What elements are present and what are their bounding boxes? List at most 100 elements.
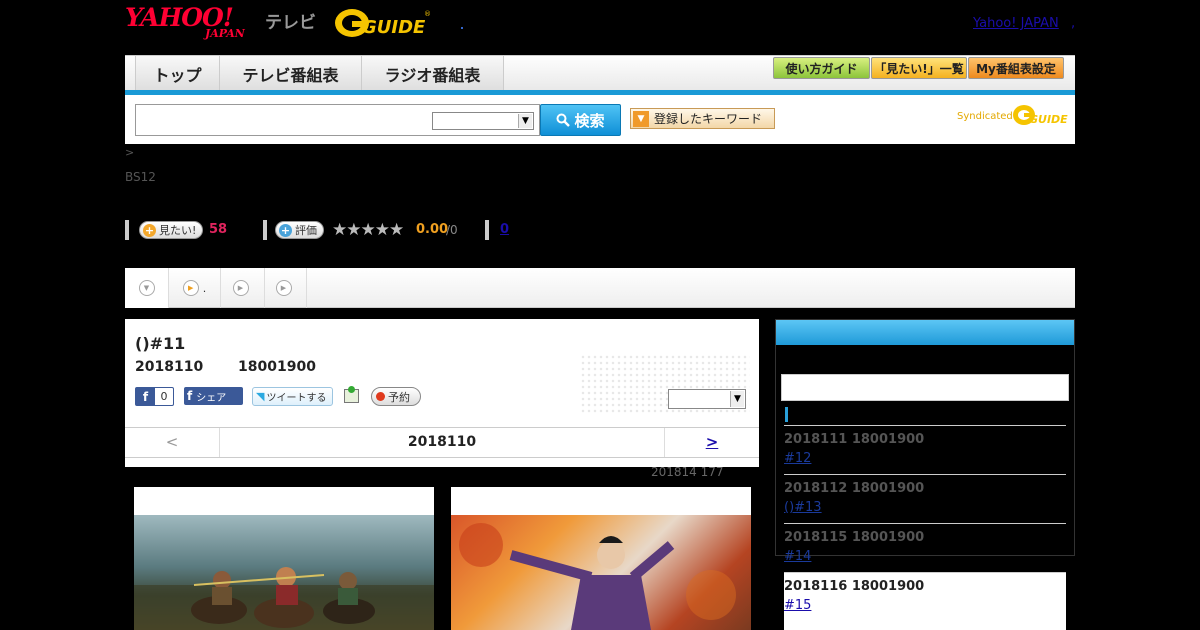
stats-divider (125, 220, 129, 240)
plus-icon: + (279, 223, 292, 237)
riders-illustration (134, 567, 434, 630)
program-time: 18001900 (238, 359, 316, 375)
reserve-label: 予約 (388, 390, 410, 404)
want-list-button[interactable]: 「見たい!」一覧 (871, 57, 967, 79)
program-action-select[interactable]: ▼ (668, 389, 746, 409)
chevron-down-icon: ▼ (138, 280, 155, 296)
episode-datetime: 2018116 18001900 (784, 579, 925, 594)
usage-guide-button[interactable]: 使い方ガイド (773, 57, 870, 79)
sidebar-search-box[interactable] (781, 374, 1069, 401)
episode-pager: < 2018110 > (125, 427, 759, 458)
yahoo-japan-logo[interactable]: YAHOO! JAPAN (125, 5, 263, 41)
gguide-logo-icon: GUIDE ® (335, 9, 431, 38)
facebook-icon: f (187, 389, 193, 403)
program-title: ()#11 (135, 334, 186, 353)
pager-next[interactable]: > (664, 428, 759, 457)
episode-item[interactable]: 2018112 18001900 ()#13 (784, 474, 1066, 523)
twitter-bird-icon: ◥ (256, 390, 265, 403)
nav-tab-top[interactable]: トップ (135, 56, 220, 91)
page: YAHOO! JAPAN テレビ GUIDE ® Yahoo! JAPAN , … (0, 0, 1200, 630)
program-stats: + 見たい! 58 + 評価 ★★★★★ 0.00 /0 0 (125, 220, 625, 242)
facebook-like-button[interactable]: f 0 (135, 387, 174, 406)
episode-datetime: 2018111 18001900 (784, 432, 925, 447)
rate-button[interactable]: + 評価 (275, 221, 324, 239)
review-count-link[interactable]: 0 (500, 222, 509, 237)
record-icon (376, 392, 385, 401)
episode-item[interactable]: 2018111 18001900 #12 (784, 425, 1066, 474)
header-divider-dot (461, 27, 463, 29)
search-area: ▼ 検索 ▼ 登録したキーワード Syndicated GUIDE (125, 95, 1075, 144)
rating-stars: ★★★★★ (332, 220, 404, 240)
program-date: 2018110 (135, 359, 204, 375)
search-button[interactable]: 検索 (540, 104, 621, 136)
reserve-recording-button[interactable]: 予約 (371, 387, 421, 406)
search-button-label: 検索 (574, 111, 605, 130)
program-tabs: ▼ ▶ . ▶ ▶ (125, 268, 1075, 308)
triangle-down-icon: ▼ (633, 110, 649, 127)
facebook-share-label: シェア (196, 392, 227, 404)
syndicated-text: Syndicated (957, 111, 1013, 122)
program-image-1[interactable] (134, 487, 434, 630)
episode-datetime: 2018112 18001900 (784, 481, 925, 496)
pager-current-date: 2018110 (407, 434, 477, 450)
program-image-2[interactable] (451, 487, 751, 630)
tab-3[interactable]: ▶ (265, 268, 307, 308)
want-button-label: 見たい! (159, 224, 197, 237)
saved-keywords-label: 登録したキーワード (654, 112, 763, 126)
want-button[interactable]: + 見たい! (139, 221, 204, 239)
rating-score: 0.00 (416, 222, 449, 237)
play-icon: ▶ (275, 280, 292, 296)
play-icon: ▶ (232, 280, 249, 296)
yahoo-japan-link[interactable]: Yahoo! JAPAN (973, 16, 1059, 31)
add-to-calendar-icon[interactable] (344, 386, 359, 403)
svg-text:GUIDE: GUIDE (1029, 113, 1068, 126)
logo-tv-text: テレビ (265, 13, 316, 33)
tab-1-label: . (202, 281, 207, 295)
saved-keywords-button[interactable]: ▼ 登録したキーワード (630, 108, 775, 129)
pager-prev[interactable]: < (125, 428, 220, 457)
stats-divider (263, 220, 267, 240)
tab-2[interactable]: ▶ (221, 268, 265, 308)
tweet-button[interactable]: ◥ ツイートする (252, 387, 333, 406)
search-category-select[interactable]: ▼ (432, 112, 534, 130)
svg-text:GUIDE: GUIDE (362, 17, 426, 38)
syndicated-gguide-logo: Syndicated GUIDE (957, 102, 1069, 128)
nav-tab-radio-listings[interactable]: ラジオ番組表 (362, 56, 504, 91)
program-card: ()#11 2018110 18001900 f 0 f シェア ◥ ツイートす… (125, 319, 759, 467)
chevron-down-icon: ▼ (518, 114, 532, 128)
program-photo-swordsman (451, 515, 751, 630)
nav-tab-tv-listings[interactable]: テレビ番組表 (220, 56, 362, 91)
sidebar-header (776, 320, 1074, 345)
plus-icon: + (143, 223, 156, 237)
facebook-share-button[interactable]: f シェア (184, 387, 243, 405)
svg-text:®: ® (424, 10, 431, 18)
episode-title-link[interactable]: ()#13 (784, 500, 822, 515)
update-note: 201814 177 (651, 465, 724, 479)
sidebar-section-marker (785, 407, 788, 422)
want-count: 58 (209, 222, 228, 237)
play-icon: ▶ (182, 280, 199, 296)
episode-title-link[interactable]: #12 (784, 451, 811, 466)
episode-title-link[interactable]: #14 (784, 549, 811, 564)
my-listings-settings-button[interactable]: My番組表設定 (968, 57, 1064, 79)
rating-count: /0 (446, 223, 458, 237)
chevron-down-icon: ▼ (730, 391, 744, 407)
facebook-icon: f (136, 388, 155, 405)
tab-collapse[interactable]: ▼ (125, 268, 169, 308)
episode-item[interactable]: 2018116 18001900 #15 (784, 572, 1066, 630)
gguide-mini-logo-icon: GUIDE (1013, 105, 1068, 126)
rate-button-label: 評価 (295, 224, 317, 237)
logo-japan-text: JAPAN (205, 27, 245, 40)
swordsman-illustration (459, 523, 736, 630)
episode-title-link[interactable]: #15 (784, 598, 811, 613)
search-icon (556, 113, 571, 127)
gguide-logo[interactable]: GUIDE ® (334, 4, 432, 40)
channel-name: BS12 (125, 170, 156, 184)
episode-item[interactable]: 2018115 18001900 #14 (784, 523, 1066, 564)
breadcrumb[interactable]: > (125, 146, 134, 159)
stats-divider (485, 220, 489, 240)
tab-1[interactable]: ▶ . (169, 268, 221, 308)
episode-datetime: 2018115 18001900 (784, 530, 925, 545)
global-nav: トップ テレビ番組表 ラジオ番組表 使い方ガイド 「見たい!」一覧 My番組表設… (125, 55, 1075, 95)
tweet-label: ツイートする (266, 393, 327, 404)
